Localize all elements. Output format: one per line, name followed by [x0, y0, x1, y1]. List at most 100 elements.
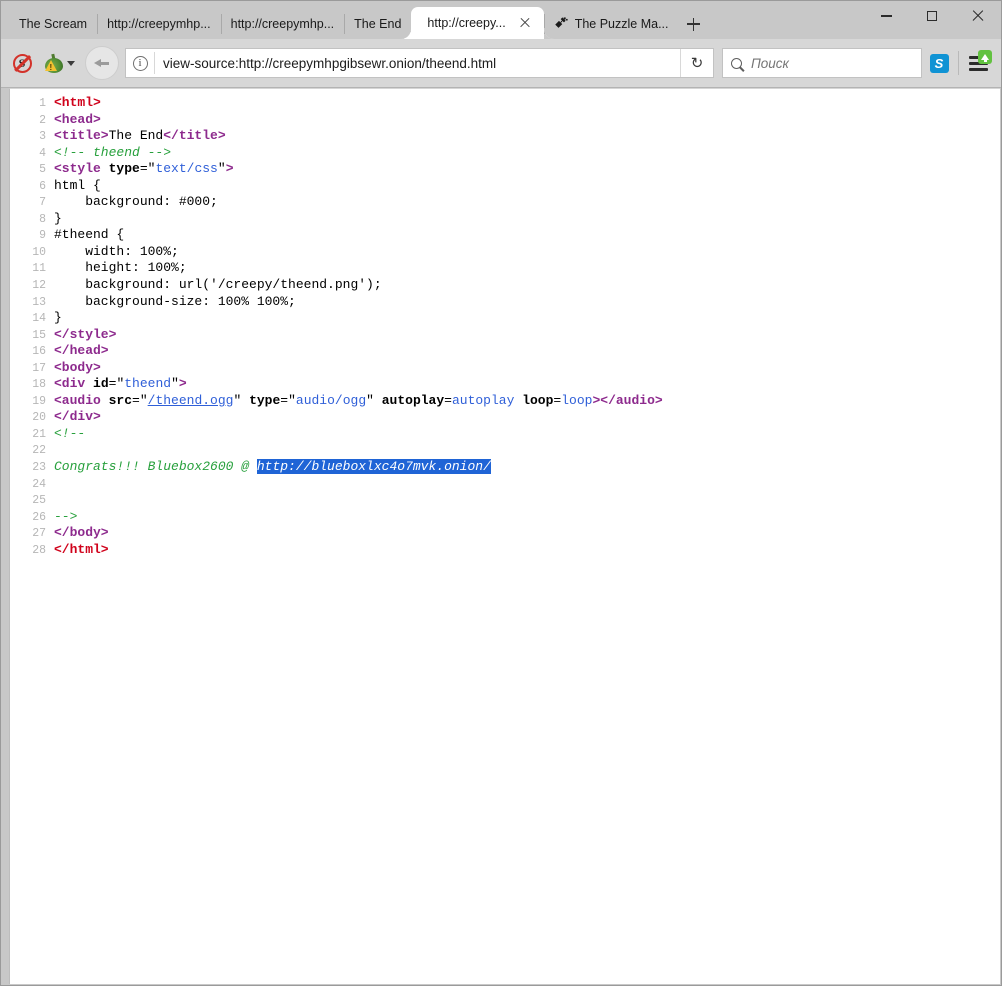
tab-bar: The Scream http://creepymhp... http://cree…	[1, 1, 1001, 39]
menu-button[interactable]	[961, 48, 995, 78]
line-number: 13	[10, 295, 54, 311]
puzzle-icon	[554, 17, 569, 31]
search-input[interactable]	[749, 55, 921, 72]
line-code[interactable]: background: url('/creepy/theend.png');	[54, 277, 1000, 293]
browser-tab[interactable]: http://creepymhp...	[221, 9, 345, 39]
browser-tab[interactable]: The Scream	[9, 9, 97, 39]
browser-tab[interactable]: The Puzzle Ma...	[544, 9, 679, 39]
line-code[interactable]: </style>	[54, 327, 1000, 343]
noscript-button[interactable]: S	[7, 48, 37, 78]
code-token: ="	[140, 161, 156, 176]
code-token: autoplay	[452, 393, 514, 408]
line-code[interactable]: html {	[54, 178, 1000, 194]
line-code[interactable]: #theend {	[54, 227, 1000, 243]
tab-close-button[interactable]	[518, 16, 532, 30]
line-number: 28	[10, 543, 54, 559]
view-source-content[interactable]: 1<html>2<head>3<title>The End</title>4<!…	[9, 88, 1000, 984]
code-token: <audio	[54, 393, 101, 408]
minimize-button[interactable]	[863, 1, 909, 31]
code-token: "	[233, 393, 249, 408]
url-input[interactable]	[155, 56, 680, 71]
line-number: 25	[10, 493, 54, 509]
code-token: <title>	[54, 128, 109, 143]
code-token: Congrats!!! Bluebox2600 @	[54, 459, 257, 474]
line-code[interactable]: <!-- theend -->	[54, 145, 1000, 161]
code-token: "	[218, 161, 226, 176]
line-number: 14	[10, 311, 54, 327]
line-code[interactable]: <audio src="/theend.ogg" type="audio/ogg…	[54, 393, 1000, 409]
line-code[interactable]: <div id="theend">	[54, 376, 1000, 392]
info-icon: i	[133, 56, 148, 71]
maximize-button[interactable]	[909, 1, 955, 31]
code-token: ="	[280, 393, 296, 408]
tab-label: The End	[354, 17, 401, 31]
line-code[interactable]: <body>	[54, 360, 1000, 376]
new-tab-button[interactable]	[679, 9, 709, 39]
source-code-listing: 1<html>2<head>3<title>The End</title>4<!…	[10, 89, 1000, 558]
browser-tab[interactable]: http://creepymhp...	[97, 9, 221, 39]
tab-label: The Scream	[19, 17, 87, 31]
line-number: 16	[10, 344, 54, 360]
line-code[interactable]: </div>	[54, 409, 1000, 425]
line-number: 23	[10, 460, 54, 476]
source-line: 3<title>The End</title>	[10, 128, 1000, 145]
line-code[interactable]: <!--	[54, 426, 1000, 442]
source-link[interactable]: /theend.ogg	[148, 393, 234, 408]
line-code[interactable]	[54, 492, 1000, 508]
code-token: "	[366, 393, 382, 408]
line-code[interactable]: <html>	[54, 95, 1000, 111]
source-line: 20</div>	[10, 409, 1000, 426]
search-bar[interactable]	[722, 48, 922, 78]
line-code[interactable]: -->	[54, 509, 1000, 525]
code-token: width: 100%;	[54, 244, 179, 259]
line-code[interactable]: }	[54, 310, 1000, 326]
skype-button[interactable]: S	[922, 48, 956, 78]
back-button[interactable]	[85, 46, 119, 80]
line-code[interactable]: background-size: 100% 100%;	[54, 294, 1000, 310]
source-line: 1<html>	[10, 95, 1000, 112]
update-badge-icon	[978, 50, 992, 64]
torbutton[interactable]: !	[37, 48, 81, 78]
code-token: </div>	[54, 409, 101, 424]
line-number: 10	[10, 245, 54, 261]
line-code[interactable]: </body>	[54, 525, 1000, 541]
line-code[interactable]: <head>	[54, 112, 1000, 128]
code-token: background: #000;	[54, 194, 218, 209]
window-controls	[863, 1, 1001, 31]
address-bar[interactable]: i ↻	[125, 48, 714, 78]
source-line: 25	[10, 492, 1000, 509]
line-number: 1	[10, 96, 54, 112]
code-token: >	[179, 376, 187, 391]
code-token: autoplay	[382, 393, 444, 408]
close-window-button[interactable]	[955, 1, 1001, 31]
source-line: 28</html>	[10, 542, 1000, 559]
code-token: -->	[54, 509, 77, 524]
source-line: 5<style type="text/css">	[10, 161, 1000, 178]
line-code[interactable]	[54, 442, 1000, 458]
tab-label: http://creepymhp...	[231, 17, 335, 31]
line-code[interactable]: </head>	[54, 343, 1000, 359]
reload-button[interactable]: ↻	[680, 49, 713, 77]
toolbar-divider	[958, 51, 959, 75]
code-token: </style>	[54, 327, 116, 342]
line-code[interactable]: Congrats!!! Bluebox2600 @ http://bluebox…	[54, 459, 1000, 475]
line-code[interactable]: <title>The End</title>	[54, 128, 1000, 144]
line-code[interactable]: background: #000;	[54, 194, 1000, 210]
source-line: 8}	[10, 211, 1000, 228]
site-info-button[interactable]: i	[126, 56, 154, 71]
line-code[interactable]: height: 100%;	[54, 260, 1000, 276]
code-token: background-size: 100% 100%;	[54, 294, 296, 309]
code-token: theend	[124, 376, 171, 391]
code-token: "	[171, 376, 179, 391]
code-token: text/css	[155, 161, 217, 176]
line-number: 5	[10, 162, 54, 178]
line-number: 6	[10, 179, 54, 195]
line-code[interactable]	[54, 476, 1000, 492]
line-code[interactable]: }	[54, 211, 1000, 227]
line-code[interactable]: width: 100%;	[54, 244, 1000, 260]
browser-tab[interactable]: http://creepy...	[411, 7, 543, 39]
selected-url-text[interactable]: http://blueboxlxc4o7mvk.onion/	[257, 459, 491, 474]
source-line: 23Congrats!!! Bluebox2600 @ http://blueb…	[10, 459, 1000, 476]
line-code[interactable]: </html>	[54, 542, 1000, 558]
line-code[interactable]: <style type="text/css">	[54, 161, 1000, 177]
